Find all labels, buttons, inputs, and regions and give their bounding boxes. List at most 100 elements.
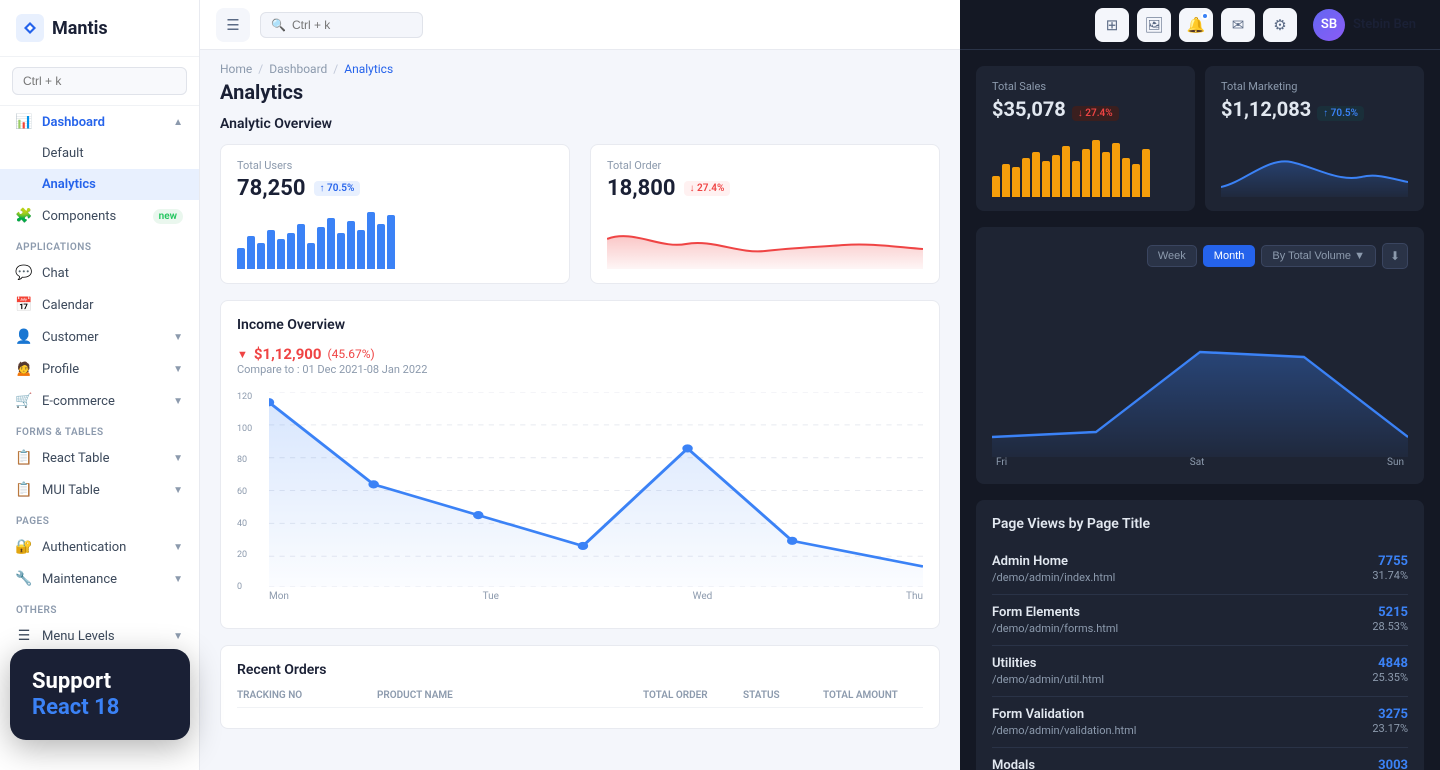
sidebar-section-pages: Pages bbox=[0, 506, 199, 531]
sidebar-item-mui-table[interactable]: 📋 MUI Table ▼ bbox=[0, 474, 199, 506]
menu-toggle-button[interactable]: ☰ bbox=[216, 8, 250, 42]
breadcrumb-home[interactable]: Home bbox=[220, 62, 252, 76]
dark-bar-chart bbox=[992, 137, 1179, 197]
sidebar-item-react-table[interactable]: 📋 React Table ▼ bbox=[0, 442, 199, 474]
y-label: 20 bbox=[237, 550, 265, 560]
stat-badge-down: ↓ 27.4% bbox=[684, 181, 731, 196]
image-button[interactable]: 🖼 bbox=[1137, 8, 1171, 42]
chevron-down-icon: ▼ bbox=[173, 485, 183, 496]
sidebar-item-dashboard[interactable]: 📊 Dashboard ▲ bbox=[0, 106, 199, 138]
user-name: Stebin Ben bbox=[1353, 17, 1416, 32]
chat-icon: 💬 bbox=[16, 265, 32, 281]
sidebar-search-input[interactable] bbox=[12, 67, 187, 95]
page-url: /demo/admin/index.html bbox=[992, 571, 1115, 584]
page-view-count: 4848 bbox=[1372, 656, 1408, 671]
chevron-down-icon: ▼ bbox=[173, 631, 183, 642]
stat-card-total-users: Total Users 78,250 ↑ 70.5% bbox=[220, 144, 570, 284]
table-header: Tracking No Product Name Total Order Sta… bbox=[237, 690, 923, 708]
components-icon: 🧩 bbox=[16, 208, 32, 224]
sidebar-item-customer[interactable]: 👤 Customer ▼ bbox=[0, 321, 199, 353]
page-title-text: Modals bbox=[992, 758, 1126, 770]
sidebar-item-label: Authentication bbox=[42, 540, 126, 555]
stat-value: 18,800 bbox=[607, 176, 676, 201]
col-status: Status bbox=[743, 690, 823, 701]
dark-stat-value: $1,12,083 bbox=[1221, 97, 1311, 121]
volume-dropdown[interactable]: By Total Volume ▼ bbox=[1261, 245, 1376, 267]
page-view-item: Admin Home /demo/admin/index.html 7755 3… bbox=[992, 544, 1408, 595]
income-value: $1,12,900 bbox=[254, 345, 322, 363]
chevron-down-icon: ▼ bbox=[173, 332, 183, 343]
download-button[interactable]: ⬇ bbox=[1382, 243, 1408, 269]
sidebar-item-calendar[interactable]: 📅 Calendar bbox=[0, 289, 199, 321]
y-label: 100 bbox=[237, 424, 265, 434]
topbar-search-input[interactable] bbox=[292, 18, 412, 32]
dark-area-chart bbox=[1221, 137, 1408, 197]
recent-orders-card: Recent Orders Tracking No Product Name T… bbox=[220, 645, 940, 729]
analytic-overview-title: Analytic Overview bbox=[220, 116, 940, 132]
chevron-up-icon: ▲ bbox=[173, 117, 183, 128]
col-total-order: Total Order bbox=[643, 690, 743, 701]
stat-label: Total Users bbox=[237, 159, 553, 172]
page-views-card: Page Views by Page Title Admin Home /dem… bbox=[976, 500, 1424, 770]
auth-icon: 🔐 bbox=[16, 539, 32, 555]
sidebar-item-menu-levels[interactable]: ☰ Menu Levels ▼ bbox=[0, 620, 199, 652]
income-compare: Compare to : 01 Dec 2021-08 Jan 2022 bbox=[237, 363, 427, 376]
breadcrumb: Home / Dashboard / Analytics bbox=[220, 62, 940, 76]
page-view-item: Form Validation /demo/admin/validation.h… bbox=[992, 697, 1408, 748]
income-pct: (45.67%) bbox=[328, 347, 375, 361]
sidebar-item-default[interactable]: Default bbox=[0, 138, 199, 169]
dark-badge: ↑ 70.5% bbox=[1317, 106, 1364, 121]
support-text: Support bbox=[32, 669, 111, 694]
y-label: 80 bbox=[237, 455, 265, 465]
mail-button[interactable]: ✉ bbox=[1221, 8, 1255, 42]
sidebar-item-profile[interactable]: 🙍 Profile ▼ bbox=[0, 353, 199, 385]
page-view-count: 3003 bbox=[1372, 758, 1408, 770]
page-view-pct: 25.35% bbox=[1372, 671, 1408, 684]
support-highlight: React 18 bbox=[32, 695, 168, 720]
maintenance-icon: 🔧 bbox=[16, 571, 32, 587]
sidebar-item-maintenance[interactable]: 🔧 Maintenance ▼ bbox=[0, 563, 199, 595]
search-icon: 🔍 bbox=[271, 18, 286, 32]
content-row: Home / Dashboard / Analytics Analytics A… bbox=[200, 50, 1440, 770]
sidebar-logo[interactable]: Mantis bbox=[0, 0, 199, 57]
sidebar-item-label: MUI Table bbox=[42, 483, 100, 498]
sidebar-item-authentication[interactable]: 🔐 Authentication ▼ bbox=[0, 531, 199, 563]
profile-icon: 🙍 bbox=[16, 361, 32, 377]
sidebar-item-label: Calendar bbox=[42, 298, 94, 313]
light-content: Home / Dashboard / Analytics Analytics A… bbox=[200, 50, 960, 770]
y-label: 120 bbox=[237, 392, 265, 402]
page-view-pct: 31.74% bbox=[1372, 569, 1408, 582]
page-view-item: Form Elements /demo/admin/forms.html 521… bbox=[992, 595, 1408, 646]
y-label: 40 bbox=[237, 519, 265, 529]
stat-value: 78,250 bbox=[237, 176, 306, 201]
table-icon: 📋 bbox=[16, 450, 32, 466]
dark-income-card: Week Month By Total Volume ▼ ⬇ bbox=[976, 227, 1424, 484]
support-popup[interactable]: Support React 18 bbox=[10, 649, 190, 740]
customer-icon: 👤 bbox=[16, 329, 32, 345]
topbar-light: ☰ 🔍 bbox=[200, 0, 960, 50]
sidebar-item-ecommerce[interactable]: 🛒 E-commerce ▼ bbox=[0, 385, 199, 417]
settings-button[interactable]: ⚙ bbox=[1263, 8, 1297, 42]
page-view-count: 7755 bbox=[1372, 554, 1408, 569]
sidebar-item-analytics[interactable]: Analytics bbox=[0, 169, 199, 200]
week-button[interactable]: Week bbox=[1147, 245, 1197, 267]
sidebar-item-chat[interactable]: 💬 Chat bbox=[0, 257, 199, 289]
new-badge: new bbox=[153, 209, 183, 224]
user-avatar: SB bbox=[1313, 9, 1345, 41]
sidebar-item-components[interactable]: 🧩 Components new bbox=[0, 200, 199, 232]
notifications-button[interactable]: 🔔 bbox=[1179, 8, 1213, 42]
dark-stat-card-sales: Total Sales $35,078 ↓ 27.4% bbox=[976, 66, 1195, 211]
grid-view-button[interactable]: ⊞ bbox=[1095, 8, 1129, 42]
sidebar-item-label: Maintenance bbox=[42, 572, 117, 587]
table-icon2: 📋 bbox=[16, 482, 32, 498]
breadcrumb-dashboard[interactable]: Dashboard bbox=[269, 62, 327, 76]
sidebar-section-others: Others bbox=[0, 595, 199, 620]
page-view-count: 3275 bbox=[1372, 707, 1408, 722]
chevron-down-icon: ▼ bbox=[173, 453, 183, 464]
sidebar-item-label: Dashboard bbox=[42, 115, 105, 130]
user-menu[interactable]: SB Stebin Ben bbox=[1305, 5, 1424, 45]
x-label: Thu bbox=[906, 591, 923, 602]
page-view-pct: 28.53% bbox=[1372, 620, 1408, 633]
month-button[interactable]: Month bbox=[1203, 245, 1256, 267]
stat-label: Total Order bbox=[607, 159, 923, 172]
